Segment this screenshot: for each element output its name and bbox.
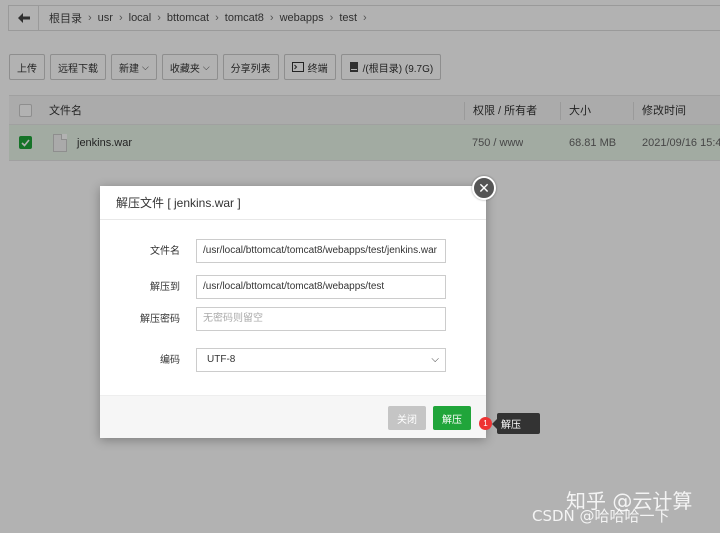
password-field[interactable]: 无密码则留空 <box>196 307 446 331</box>
encoding-row: 编码 UTF-8 ⌵ <box>100 348 486 374</box>
password-row: 解压密码 无密码则留空 <box>100 307 486 333</box>
filename-field[interactable]: /usr/local/bttomcat/tomcat8/webapps/test… <box>196 239 446 263</box>
extract-dialog: 解压文件 [ jenkins.war ] 文件名 /usr/local/btto… <box>100 186 486 438</box>
destination-label: 解压到 <box>150 282 180 293</box>
step-badge: 1 <box>479 417 492 430</box>
password-label: 解压密码 <box>140 314 180 325</box>
close-button[interactable]: 关闭 <box>388 406 426 430</box>
encoding-value: UTF-8 <box>207 354 236 365</box>
filename-label: 文件名 <box>150 246 180 257</box>
close-icon[interactable]: ✕ <box>472 176 496 200</box>
extract-tooltip: 解压 <box>492 413 540 434</box>
chevron-down-icon: ⌵ <box>431 354 439 365</box>
encoding-select[interactable]: UTF-8 ⌵ <box>196 348 446 372</box>
extract-button[interactable]: 解压 <box>433 406 471 430</box>
destination-field[interactable]: /usr/local/bttomcat/tomcat8/webapps/test <box>196 275 446 299</box>
watermark-csdn: CSDN @哈哈哈一下 <box>532 507 670 525</box>
destination-row: 解压到 /usr/local/bttomcat/tomcat8/webapps/… <box>100 275 486 301</box>
dialog-footer: 关闭 解压 <box>100 395 486 438</box>
encoding-label: 编码 <box>160 355 180 366</box>
filename-row: 文件名 /usr/local/bttomcat/tomcat8/webapps/… <box>100 239 486 265</box>
dialog-title: 解压文件 [ jenkins.war ] <box>100 186 486 220</box>
